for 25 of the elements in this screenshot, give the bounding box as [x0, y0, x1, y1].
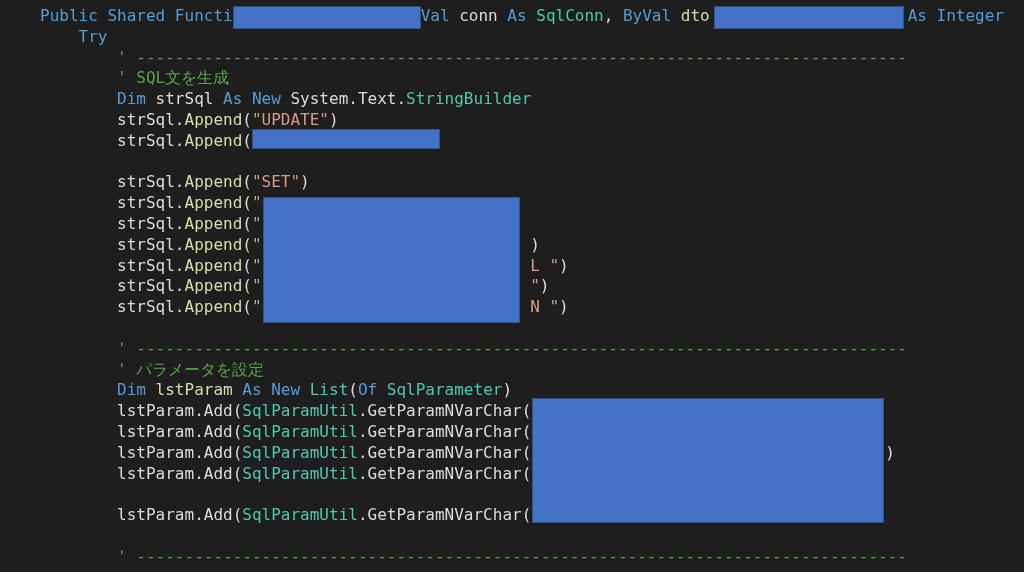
code-text: strSql.Append("UPDATE") — [117, 110, 339, 131]
code-text: strSql.Append(" — [117, 193, 262, 214]
code-text: Try — [78, 26, 108, 48]
code-text: ' パラメータを設定 — [117, 359, 265, 381]
code-text: ' -------------------------------------------------------------------------------- — [117, 546, 907, 568]
code-text: lstParam.Add(SqlParamUtil.GetParamNVarChar( — [117, 421, 532, 443]
code-text: lstParam.Add(SqlParamUtil.GetParamNVarChar( — [117, 442, 532, 464]
code-text: Val conn As SqlConn, ByVal dto — [420, 6, 710, 27]
code-text: As Integer — [907, 6, 1004, 27]
code-text: lstParam.Add(SqlParamUtil.GetParamNVarChar( — [117, 505, 532, 526]
code-text: strSql.Append( — [117, 130, 252, 152]
code-text: Dim lstParam As New List(Of SqlParameter) — [117, 380, 513, 402]
code-text: lstParam.Add(SqlParamUtil.GetParamNVarChar( — [117, 401, 532, 422]
code-text: ' SQL文を生成 — [117, 68, 230, 90]
code-text: ) — [885, 442, 895, 464]
code-text: Public Shared Functi — [40, 6, 233, 27]
code-text: strSql.Append("SET") — [117, 172, 310, 194]
code-text: ' -------------------------------------------------------------------------------- — [117, 338, 907, 360]
code-text: ") — [530, 276, 550, 298]
code-text: lstParam.Add(SqlParamUtil.GetParamNVarChar( — [117, 463, 532, 485]
code-text: ' -------------------------------------------------------------------------------- — [117, 47, 907, 69]
code-text: ) — [530, 234, 540, 256]
code-text: Dim strSql As New System.Text.StringBuilder — [117, 89, 532, 110]
code-text: L ") — [530, 255, 569, 277]
code-text: N ") — [530, 297, 569, 318]
